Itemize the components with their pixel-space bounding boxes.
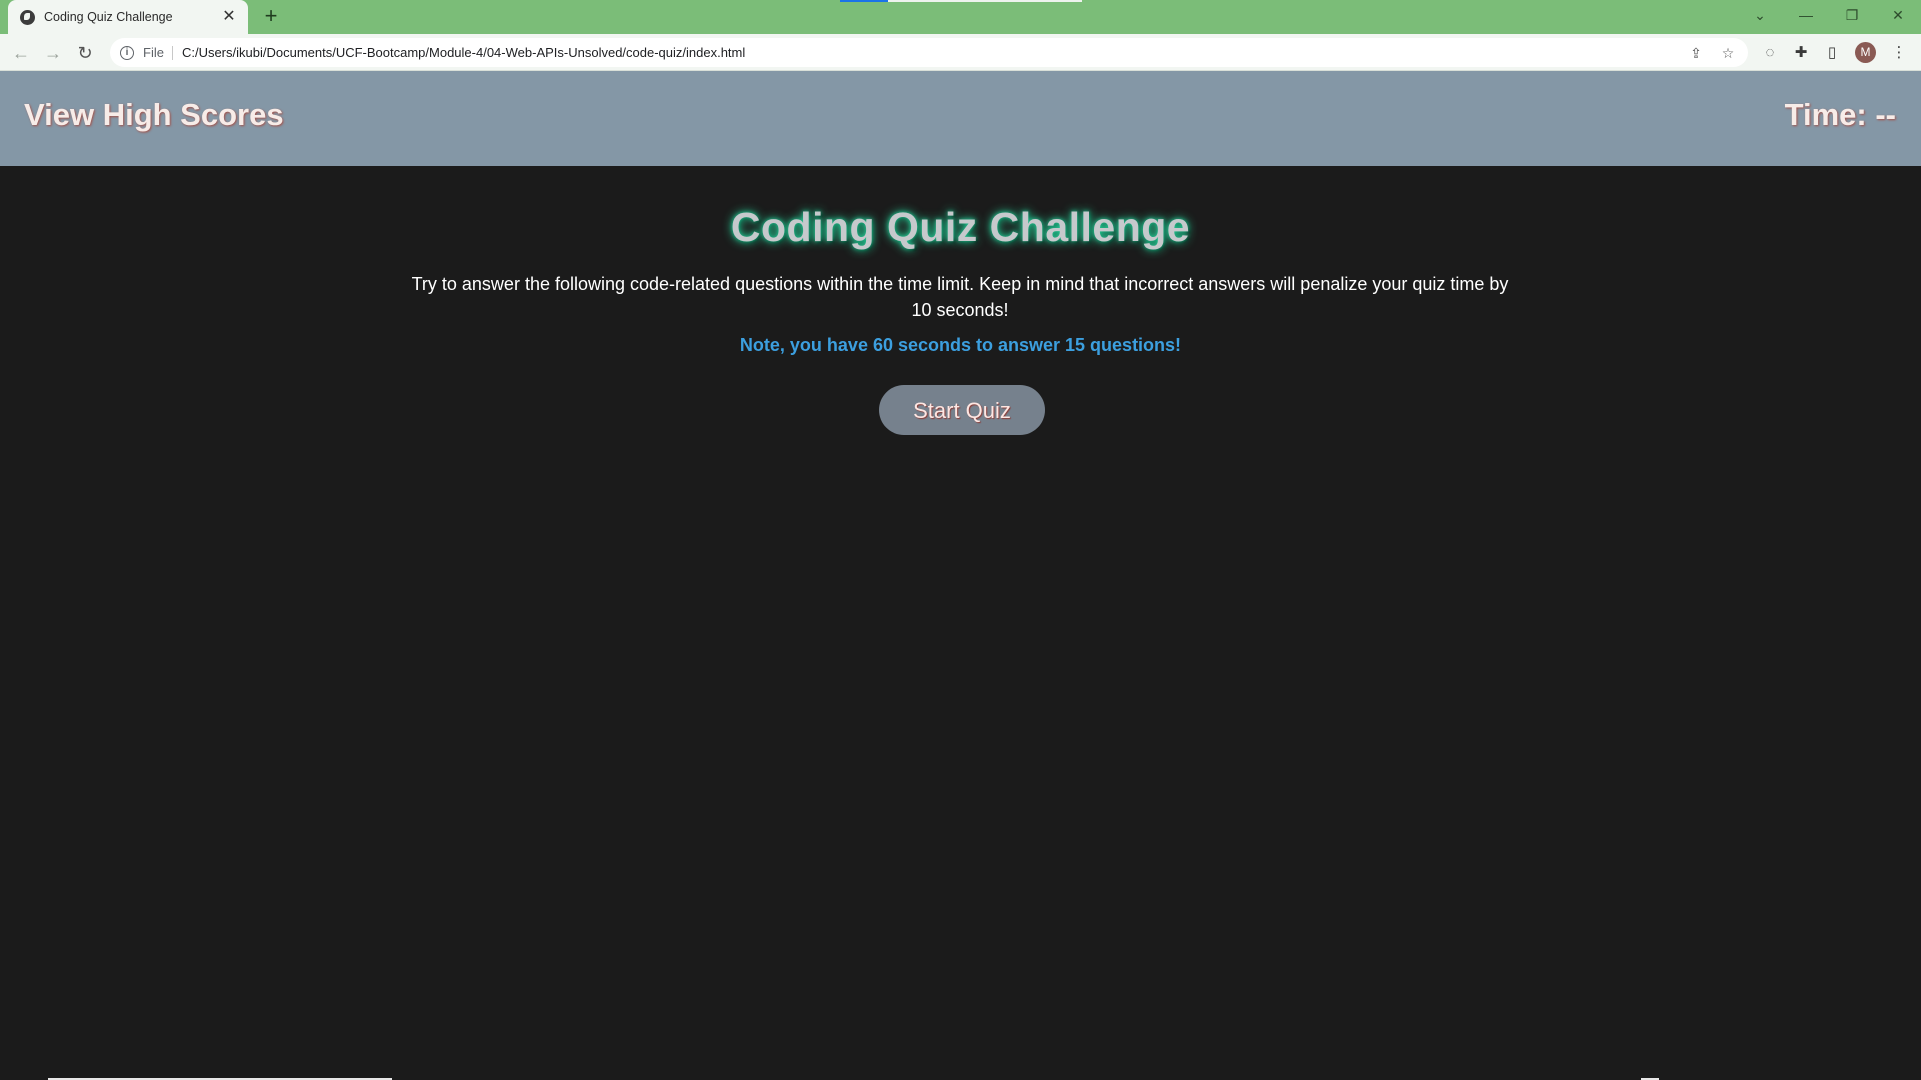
new-tab-button[interactable]: + <box>258 4 284 30</box>
tab-title: Coding Quiz Challenge <box>44 10 173 24</box>
reload-icon[interactable]: ↻ <box>72 40 98 66</box>
window-controls: ⌄ — ❐ ✕ <box>1737 0 1921 30</box>
url-text[interactable]: C:/Users/ikubi/Documents/UCF-Bootcamp/Mo… <box>182 45 1684 60</box>
loading-track <box>888 0 1082 2</box>
info-icon[interactable]: i <box>120 45 134 60</box>
browser-toolbar: ← → ↻ i File C:/Users/ikubi/Documents/UC… <box>0 34 1921 71</box>
close-tab-icon[interactable]: ✕ <box>220 8 238 26</box>
extension-circle-icon[interactable]: ◌ <box>1758 41 1782 65</box>
time-note: Note, you have 60 seconds to answer 15 q… <box>739 335 1182 355</box>
minimize-icon[interactable]: — <box>1783 0 1829 30</box>
loading-indicator <box>840 0 888 2</box>
address-bar[interactable]: i File C:/Users/ikubi/Documents/UCF-Boot… <box>110 38 1748 67</box>
restore-icon[interactable]: ❐ <box>1829 0 1875 30</box>
page-title: Coding Quiz Challenge <box>730 204 1191 250</box>
side-panel-icon[interactable]: ▯ <box>1820 41 1844 65</box>
browser-tab-strip: Coding Quiz Challenge ✕ + ⌄ — ❐ ✕ <box>0 0 1921 34</box>
url-scheme-label: File <box>143 45 173 60</box>
timer-display: Time: -- <box>1784 97 1896 132</box>
bookmark-star-icon[interactable]: ☆ <box>1716 41 1740 65</box>
close-window-icon[interactable]: ✕ <box>1875 0 1921 30</box>
site-header: View High Scores Time: -- <box>0 71 1921 166</box>
profile-avatar[interactable]: M <box>1855 42 1876 63</box>
instructions-text: Try to answer the following code-related… <box>411 274 1509 320</box>
tab-coding-quiz[interactable]: Coding Quiz Challenge ✕ <box>8 0 248 34</box>
menu-kebab-icon[interactable]: ⋮ <box>1887 41 1911 65</box>
view-high-scores-link[interactable]: View High Scores <box>24 97 284 133</box>
globe-icon <box>20 9 35 25</box>
start-quiz-button[interactable]: Start Quiz <box>879 385 1045 435</box>
share-icon[interactable]: ⇪ <box>1684 41 1708 65</box>
page-content: View High Scores Time: -- Coding Quiz Ch… <box>0 71 1921 1080</box>
back-icon[interactable]: ← <box>8 40 34 66</box>
extensions-puzzle-icon[interactable]: ✚ <box>1789 41 1813 65</box>
tab-search-icon[interactable]: ⌄ <box>1737 0 1783 30</box>
forward-icon[interactable]: → <box>40 40 66 66</box>
